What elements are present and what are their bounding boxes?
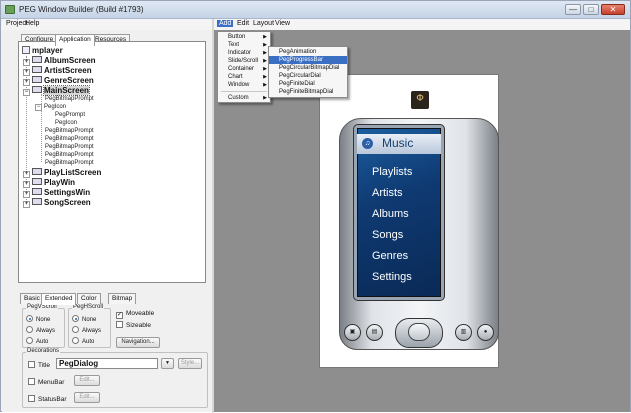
title-checkbox[interactable]: Title bbox=[28, 361, 50, 369]
hscroll-always-radio[interactable]: Always bbox=[72, 326, 101, 334]
tab-application[interactable]: Application bbox=[55, 34, 95, 46]
title-bar[interactable]: PEG Window Builder (Build #1793) — □ ✕ bbox=[1, 1, 630, 19]
hscroll-none-radio[interactable]: None bbox=[72, 315, 96, 323]
decorations-label: Decorations bbox=[26, 348, 61, 354]
hscroll-group: PegHScroll None Always Auto bbox=[68, 304, 111, 348]
add-menu-container[interactable]: Container ▶ bbox=[218, 65, 270, 73]
device-menu-settings[interactable]: Settings bbox=[372, 271, 412, 283]
tree-item-pegicon-child[interactable]: PegIcon bbox=[55, 120, 77, 126]
contacts-hw-button-icon[interactable]: ▤ bbox=[366, 324, 383, 341]
tree-root-label: mplayer bbox=[32, 46, 63, 55]
property-tabs: Basic Extended Color Bitmap bbox=[20, 293, 210, 305]
application-window: PEG Window Builder (Build #1793) — □ ✕ P… bbox=[0, 0, 631, 413]
right-menubar: Add Edit Layout View bbox=[214, 19, 630, 30]
device-menu-genres[interactable]: Genres bbox=[372, 250, 408, 262]
tree-item-pegicon[interactable]: − PegIcon bbox=[35, 104, 66, 111]
maximize-icon[interactable]: □ bbox=[583, 4, 599, 15]
tab-color[interactable]: Color bbox=[77, 293, 101, 304]
tree-item-settingswin[interactable]: + SettingsWin bbox=[23, 188, 90, 198]
vscroll-always-radio[interactable]: Always bbox=[26, 326, 55, 334]
add-menu-window[interactable]: Window ▶ bbox=[218, 81, 270, 89]
title-dropdown-icon[interactable]: ▼ bbox=[161, 358, 174, 369]
submenu-pegcircularbitmapdial[interactable]: PegCircularBitmapDial bbox=[269, 64, 347, 72]
submenu-peganimation[interactable]: PegAnimation bbox=[269, 48, 347, 56]
dpad-center-button[interactable] bbox=[408, 323, 430, 341]
device-menu-artists[interactable]: Artists bbox=[372, 187, 403, 199]
add-menu-dropdown: Button ▶ Text ▶ Indicator ▶ Slide/Scroll ▶ C… bbox=[217, 31, 271, 103]
tree-root[interactable]: mplayer bbox=[22, 46, 63, 55]
tree-item-pegbitmapprompt[interactable]: PegBitmapPrompt bbox=[45, 144, 94, 150]
screen-title: Music bbox=[382, 136, 414, 150]
menubar-checkbox[interactable]: MenuBar bbox=[28, 378, 64, 386]
statusbar-checkbox[interactable]: StatusBar bbox=[28, 395, 67, 403]
tree-item-playlistscreen[interactable]: + PlayListScreen bbox=[23, 168, 101, 178]
notes-hw-button-icon[interactable]: ● bbox=[477, 324, 494, 341]
window-title: PEG Window Builder (Build #1793) bbox=[19, 5, 144, 14]
menubar-edit-button[interactable]: Edit... bbox=[74, 375, 100, 386]
submenu-pegfinitedial[interactable]: PegFiniteDial bbox=[269, 80, 347, 88]
vscroll-group: PegVScroll None Always Auto bbox=[22, 304, 65, 348]
add-menu-indicator[interactable]: Indicator ▶ bbox=[218, 49, 270, 57]
brand-logo: Ф bbox=[411, 91, 429, 109]
tree-item-genrescreen[interactable]: + GenreScreen bbox=[23, 76, 94, 86]
statusbar-edit-button[interactable]: Edit... bbox=[74, 392, 100, 403]
add-menu-button[interactable]: Button ▶ bbox=[218, 33, 270, 41]
submenu-pegfinitebitmapdial[interactable]: PegFiniteBitmapDial bbox=[269, 88, 347, 96]
app-icon bbox=[5, 5, 15, 14]
style-button[interactable]: Style... bbox=[178, 358, 202, 369]
menu-add[interactable]: Add bbox=[217, 20, 234, 27]
minimize-icon[interactable]: — bbox=[565, 4, 581, 15]
device-menu-songs[interactable]: Songs bbox=[372, 229, 403, 241]
tree-item-pegbitmapprompt[interactable]: PegBitmapPrompt bbox=[45, 136, 94, 142]
tree-item-artistscreen[interactable]: + ArtistScreen bbox=[23, 66, 92, 76]
menu-separator bbox=[221, 91, 267, 92]
project-tree[interactable]: mplayer + AlbumScreen + ArtistScreen + Genr… bbox=[18, 41, 206, 283]
indicator-submenu: PegAnimation PegProgressBar PegCircularB… bbox=[268, 46, 348, 98]
left-menubar: Project Help bbox=[1, 19, 212, 30]
submenu-pegprogressbar[interactable]: PegProgressBar bbox=[269, 56, 347, 64]
title-input[interactable]: PegDialog bbox=[56, 358, 158, 369]
menu-view[interactable]: View bbox=[273, 20, 292, 27]
menu-help[interactable]: Help bbox=[23, 20, 41, 27]
tree-item-mainscreen[interactable]: − MainScreen bbox=[23, 85, 90, 96]
vscroll-auto-radio[interactable]: Auto bbox=[26, 337, 48, 345]
tab-extended[interactable]: Extended bbox=[41, 293, 77, 305]
sizeable-checkbox[interactable]: Sizeable bbox=[116, 321, 151, 329]
navigation-button[interactable]: Navigation... bbox=[116, 337, 160, 348]
tasks-hw-button-icon[interactable]: ▥ bbox=[455, 324, 472, 341]
device-menu-albums[interactable]: Albums bbox=[372, 208, 409, 220]
submenu-pegcirculardial[interactable]: PegCircularDial bbox=[269, 72, 347, 80]
moveable-checkbox[interactable]: ✓ Moveable bbox=[116, 310, 154, 319]
tree-item-pegbitmapprompt[interactable]: PegBitmapPrompt bbox=[45, 96, 94, 102]
device-menu-playlists[interactable]: Playlists bbox=[372, 166, 412, 178]
tree-item-songscreen[interactable]: + SongScreen bbox=[23, 198, 91, 208]
tree-item-pegprompt[interactable]: PegPrompt bbox=[55, 112, 85, 118]
add-menu-text[interactable]: Text ▶ bbox=[218, 41, 270, 49]
calendar-hw-button-icon[interactable]: ▣ bbox=[344, 324, 361, 341]
project-icon bbox=[22, 46, 30, 54]
hscroll-auto-radio[interactable]: Auto bbox=[72, 337, 94, 345]
add-menu-custom[interactable]: Custom ▶ bbox=[218, 94, 270, 102]
menu-edit[interactable]: Edit bbox=[235, 20, 251, 27]
tree-item-pegbitmapprompt[interactable]: PegBitmapPrompt bbox=[45, 128, 94, 134]
close-icon[interactable]: ✕ bbox=[601, 4, 625, 15]
music-icon: ♫ bbox=[362, 138, 373, 149]
tree-item-playwin[interactable]: + PlayWin bbox=[23, 178, 75, 188]
tree-item-albumscreen[interactable]: + AlbumScreen bbox=[23, 56, 96, 66]
add-menu-slide-scroll[interactable]: Slide/Scroll ▶ bbox=[218, 57, 270, 65]
tree-item-pegbitmapprompt[interactable]: PegBitmapPrompt bbox=[45, 160, 94, 166]
add-menu-chart[interactable]: Chart ▶ bbox=[218, 73, 270, 81]
vscroll-none-radio[interactable]: None bbox=[26, 315, 50, 323]
hscroll-label: PegHScroll bbox=[72, 304, 105, 310]
tree-item-pegbitmapprompt[interactable]: PegBitmapPrompt bbox=[45, 152, 94, 158]
tab-bitmap[interactable]: Bitmap bbox=[108, 293, 137, 304]
